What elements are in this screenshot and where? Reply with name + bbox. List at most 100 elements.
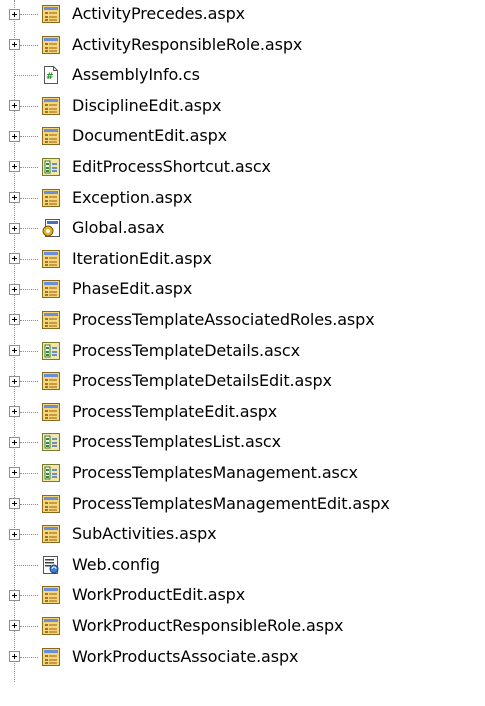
asax-icon (42, 219, 60, 238)
tree-connector-line (20, 197, 38, 199)
tree-item-label: PhaseEdit.aspx (72, 279, 193, 299)
tree-item[interactable]: ProcessTemplatesManagementEdit.aspx (0, 488, 485, 519)
tree-connector-line (20, 472, 38, 474)
expand-plus-icon[interactable] (9, 283, 20, 295)
tree-connector-line (20, 166, 38, 168)
expand-plus-icon[interactable] (9, 314, 20, 326)
aspx-icon (42, 372, 60, 391)
tree-item-label: ProcessTemplatesManagementEdit.aspx (72, 493, 390, 513)
expand-plus-icon[interactable] (9, 253, 20, 265)
aspx-icon (42, 280, 60, 299)
aspx-icon (42, 616, 60, 635)
tree-connector-line (20, 381, 38, 383)
expand-plus-icon[interactable] (9, 467, 20, 479)
tree-connector-line (20, 136, 38, 138)
aspx-icon (42, 127, 60, 146)
tree-connector-line (20, 319, 38, 321)
tree-item-label: ProcessTemplateDetails.ascx (72, 340, 300, 360)
tree-item[interactable]: DocumentEdit.aspx (0, 121, 485, 152)
tree-connector-line (20, 105, 38, 107)
tree-item[interactable]: ProcessTemplateDetails.ascx (0, 335, 485, 366)
aspx-icon (42, 249, 60, 268)
tree-connector-line (20, 289, 38, 291)
aspx-icon (42, 494, 60, 513)
tree-item[interactable]: Exception.aspx (0, 182, 485, 213)
tree-connector-line (20, 44, 38, 46)
expand-plus-icon[interactable] (9, 651, 20, 663)
tree-item[interactable]: ActivityResponsibleRole.aspx (0, 29, 485, 60)
tree-item[interactable]: WorkProductsAssociate.aspx (0, 641, 485, 672)
tree-item-label: Global.asax (72, 218, 165, 238)
tree-connector-line (20, 442, 38, 444)
tree-item-label: ActivityPrecedes.aspx (72, 4, 246, 23)
tree-item-label: WorkProductsAssociate.aspx (72, 646, 299, 666)
tree-item[interactable]: # AssemblyInfo.cs (0, 60, 485, 91)
ascx-icon (42, 157, 60, 176)
tree-connector-line (14, 564, 38, 566)
expand-plus-icon[interactable] (9, 375, 20, 387)
tree-item[interactable]: ProcessTemplateAssociatedRoles.aspx (0, 305, 485, 336)
tree-item[interactable]: ProcessTemplatesList.ascx (0, 427, 485, 458)
tree-item-label: ProcessTemplatesList.ascx (72, 432, 282, 452)
tree-connector-line (20, 411, 38, 413)
tree-item-label: EditProcessShortcut.ascx (72, 156, 271, 176)
expand-plus-icon[interactable] (9, 589, 20, 601)
aspx-icon (42, 647, 60, 666)
expand-plus-icon[interactable] (9, 130, 20, 142)
tree-item[interactable]: WorkProductResponsibleRole.aspx (0, 611, 485, 642)
tree-connector-line (20, 503, 38, 505)
expand-plus-icon[interactable] (9, 8, 20, 20)
tree-item-label: ProcessTemplateAssociatedRoles.aspx (72, 309, 375, 329)
tree-connector-line (20, 656, 38, 658)
aspx-icon (42, 586, 60, 605)
aspx-icon (42, 188, 60, 207)
aspx-icon (42, 525, 60, 544)
expand-plus-icon[interactable] (9, 620, 20, 632)
tree-item[interactable]: SubActivities.aspx (0, 519, 485, 550)
ascx-icon (42, 341, 60, 360)
aspx-icon (42, 35, 60, 54)
tree-item-label: DisciplineEdit.aspx (72, 95, 222, 115)
tree-item[interactable]: PhaseEdit.aspx (0, 274, 485, 305)
tree-item-label: Exception.aspx (72, 187, 193, 207)
tree-item-label: AssemblyInfo.cs (72, 65, 200, 85)
tree-connector-line (14, 75, 38, 77)
expand-plus-icon[interactable] (9, 498, 20, 510)
tree-item-label: ProcessTemplateEdit.aspx (72, 401, 278, 421)
tree-item[interactable]: DisciplineEdit.aspx (0, 91, 485, 122)
tree-connector-line (20, 595, 38, 597)
tree-item[interactable]: ActivityPrecedes.aspx (0, 0, 485, 29)
tree-item-label: ActivityResponsibleRole.aspx (72, 34, 303, 54)
tree-item[interactable]: ProcessTemplatesManagement.ascx (0, 458, 485, 489)
tree-connector-line (20, 228, 38, 230)
aspx-icon (42, 5, 60, 23)
expand-plus-icon[interactable] (9, 222, 20, 234)
aspx-icon (42, 402, 60, 421)
expand-plus-icon[interactable] (9, 100, 20, 112)
tree-item[interactable]: Global.asax (0, 213, 485, 244)
expand-plus-icon[interactable] (9, 345, 20, 357)
expand-plus-icon[interactable] (9, 39, 20, 51)
expand-plus-icon[interactable] (9, 528, 20, 540)
tree-item-label: WorkProductResponsibleRole.aspx (72, 615, 344, 635)
tree-item[interactable]: IterationEdit.aspx (0, 244, 485, 275)
tree-connector-line (20, 258, 38, 260)
expand-plus-icon[interactable] (9, 161, 20, 173)
tree-item-label: SubActivities.aspx (72, 524, 217, 544)
tree-item[interactable]: ProcessTemplateEdit.aspx (0, 397, 485, 428)
tree-item[interactable]: EditProcessShortcut.ascx (0, 152, 485, 183)
tree-connector-line (20, 625, 38, 627)
tree-connector-line (20, 14, 38, 15)
tree-item-label: ProcessTemplatesManagement.ascx (72, 462, 358, 482)
expand-plus-icon[interactable] (9, 192, 20, 204)
tree-item[interactable]: Web.config (0, 550, 485, 581)
expand-plus-icon[interactable] (9, 436, 20, 448)
solution-explorer-tree: ActivityPrecedes.aspx ActivityResponsible… (0, 0, 485, 706)
tree-connector-line (20, 350, 38, 352)
tree-item-label: WorkProductEdit.aspx (72, 585, 246, 605)
tree-item[interactable]: ProcessTemplateDetailsEdit.aspx (0, 366, 485, 397)
tree-item-label: DocumentEdit.aspx (72, 126, 228, 146)
svg-text:#: # (46, 72, 54, 82)
expand-plus-icon[interactable] (9, 406, 20, 418)
tree-item[interactable]: WorkProductEdit.aspx (0, 580, 485, 611)
